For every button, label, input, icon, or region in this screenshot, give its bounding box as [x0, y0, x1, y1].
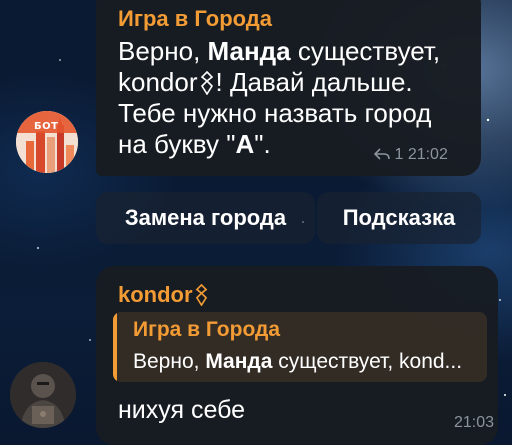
- reply-accent-bar: [113, 312, 117, 382]
- message-time: 21:02: [407, 146, 448, 163]
- message-text: нихуя себе: [118, 396, 246, 424]
- forward-arrow-icon: [373, 148, 390, 160]
- user-avatar[interactable]: [10, 362, 76, 428]
- bot-avatar[interactable]: БОТ: [16, 111, 78, 173]
- message-sender[interactable]: kondor: [118, 282, 209, 308]
- message-line-3: Тебе нужно назвать город: [118, 98, 432, 128]
- message-line-1: Верно, Манда существует,: [118, 36, 441, 66]
- reply-snippet: Верно, Манда существует, kond...: [133, 350, 463, 373]
- reply-sender: Игра в Города: [133, 318, 280, 341]
- premium-emoji-icon: [200, 70, 213, 96]
- replace-city-button[interactable]: Замена города: [96, 192, 315, 244]
- message-meta: 1 21:02: [373, 146, 448, 164]
- message-line-4: на букву "А".: [118, 129, 271, 159]
- message-time: 21:03: [454, 414, 495, 431]
- bot-message-bubble[interactable]: Игра в Города Верно, Манда существует, k…: [96, 0, 481, 176]
- message-line-2: kondor! Давай дальше.: [118, 67, 413, 97]
- message-sender[interactable]: Игра в Города: [118, 6, 272, 32]
- hint-button[interactable]: Подсказка: [317, 192, 481, 244]
- premium-emoji-icon: [195, 283, 207, 307]
- mentioned-name: kondor: [118, 67, 198, 97]
- bot-badge: БОТ: [34, 121, 59, 132]
- armored-figure-icon: [10, 362, 76, 428]
- reply-preview[interactable]: Игра в Города Верно, Манда существует, k…: [113, 312, 487, 382]
- views-count: 1: [394, 146, 404, 163]
